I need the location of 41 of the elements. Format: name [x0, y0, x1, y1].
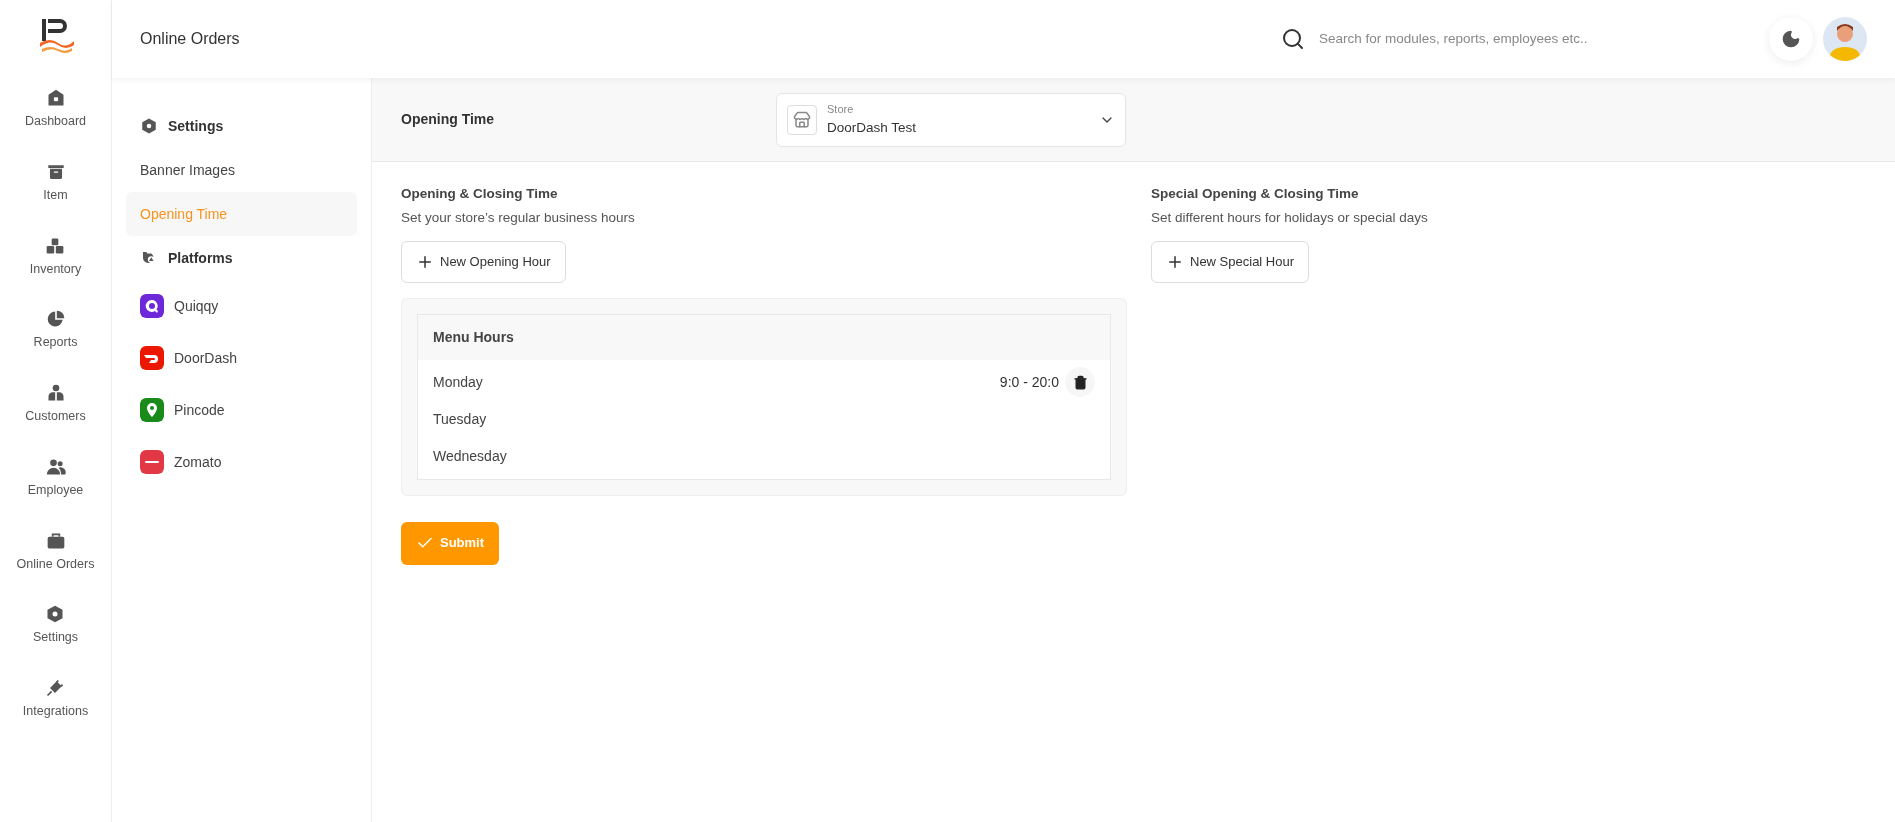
table-heading: Menu Hours: [433, 327, 514, 347]
plug-icon: [45, 678, 66, 698]
nav-item[interactable]: Item: [43, 161, 68, 205]
search-field[interactable]: Search for modules, reports, employees etc..: [1319, 28, 1619, 50]
delete-button[interactable]: [1065, 367, 1095, 397]
theme-toggle-button[interactable]: [1769, 17, 1813, 61]
trash-icon: [1072, 374, 1088, 390]
section-heading: Opening & Closing Time: [401, 185, 559, 203]
menu-heading: Settings: [168, 116, 224, 136]
moon-icon: [1781, 29, 1801, 49]
section-heading: Special Opening & Closing Time: [1151, 185, 1360, 203]
nav-item[interactable]: Inventory: [29, 235, 82, 279]
new-opening-hour-button[interactable]: New Opening Hour: [401, 240, 566, 283]
day-label: Tuesday: [433, 409, 487, 429]
nav-item[interactable]: Dashboard: [24, 88, 87, 131]
day-label: Monday: [433, 372, 483, 392]
menu-heading: Platforms: [168, 248, 233, 268]
store-icon: [793, 110, 811, 129]
store-select[interactable]: Store DoorDash Test: [776, 92, 1126, 147]
menu-item[interactable]: Banner Images: [126, 148, 357, 192]
section-description: Set different hours for holidays or special days: [1151, 209, 1428, 228]
search-icon: [1281, 27, 1305, 51]
menu-item[interactable]: Zomato: [126, 436, 357, 488]
avatar-icon[interactable]: [1823, 17, 1867, 61]
nav-item[interactable]: Integrations: [22, 678, 89, 721]
new-special-hour-button[interactable]: New Special Hour: [1151, 240, 1310, 283]
section-title: Opening Time: [401, 110, 496, 129]
menu-item[interactable]: Pincode: [126, 384, 357, 436]
nav-item[interactable]: Customers: [25, 383, 86, 426]
settings-icon: [45, 604, 66, 625]
section-description: Set your store’s regular business hours: [401, 209, 636, 228]
nav-item[interactable]: Online Orders: [16, 530, 95, 574]
hours-range: 9:0 - 20:0: [999, 372, 1059, 392]
nav-item[interactable]: Employee: [27, 456, 84, 500]
nav-item[interactable]: Settings: [32, 604, 79, 647]
page-title: Online Orders: [140, 29, 240, 49]
menu-item[interactable]: Quiqqy: [126, 280, 357, 332]
settings-icon: [140, 117, 158, 135]
menu-item[interactable]: DoorDash: [126, 332, 357, 384]
day-label: Wednesday: [433, 446, 507, 466]
nav-item[interactable]: Reports: [33, 309, 78, 352]
